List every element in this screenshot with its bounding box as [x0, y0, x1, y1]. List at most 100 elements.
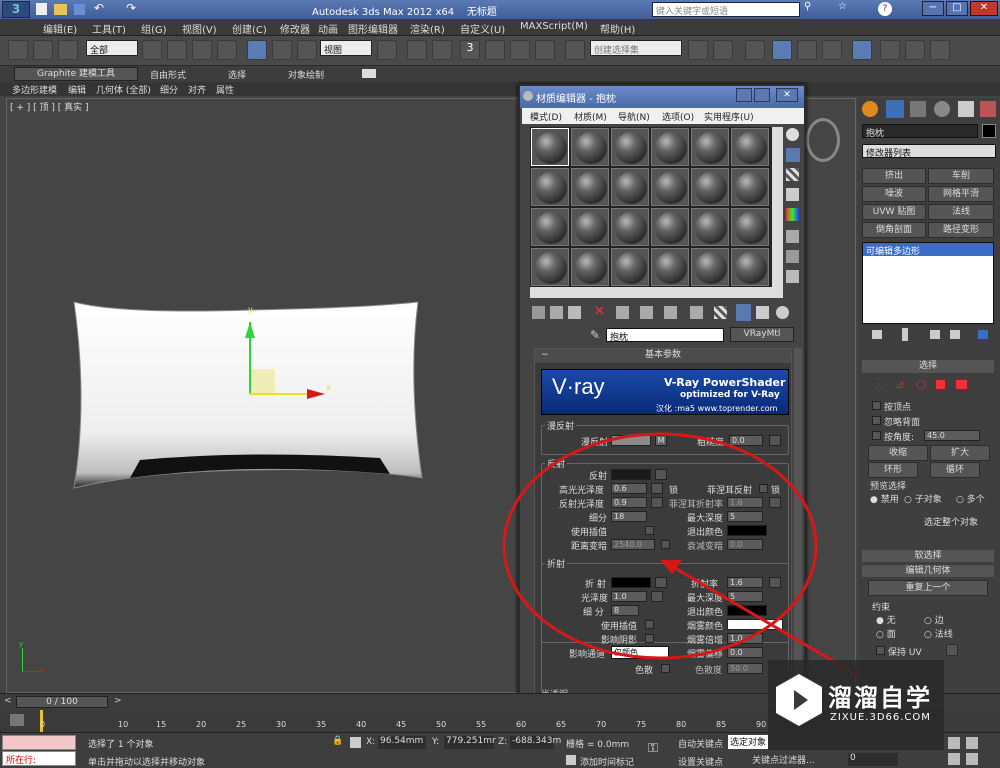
- mat-minimize-button[interactable]: [736, 88, 752, 102]
- reset-map-icon[interactable]: ✕: [594, 304, 605, 319]
- ribbon-poly-modeling[interactable]: 多边形建模: [12, 83, 57, 96]
- time-slider-thumb[interactable]: 0 / 100: [16, 696, 108, 708]
- show-end-result-icon[interactable]: [736, 304, 751, 321]
- material-sample-slot[interactable]: [611, 208, 649, 246]
- edge-level-icon[interactable]: ◿: [896, 380, 903, 390]
- move-icon[interactable]: [247, 40, 267, 60]
- percent-snap-icon[interactable]: [510, 40, 530, 60]
- material-sample-slot[interactable]: [691, 208, 729, 246]
- material-effects-icon[interactable]: [690, 306, 703, 319]
- menu-tools[interactable]: 工具(T): [92, 21, 126, 36]
- keyboard-shortcut-icon[interactable]: [432, 40, 452, 60]
- add-time-tag-label[interactable]: 添加时间标记: [580, 755, 634, 768]
- go-forward-sibling-icon[interactable]: [776, 306, 789, 319]
- menu-create[interactable]: 创建(C): [232, 21, 267, 36]
- menu-rendering[interactable]: 渲染(R): [410, 21, 445, 36]
- mat-menu-material[interactable]: 材质(M): [574, 110, 607, 123]
- ribbon-geometry[interactable]: 几何体 (全部): [96, 83, 151, 96]
- create-tab-icon[interactable]: [862, 101, 878, 117]
- menu-group[interactable]: 组(G): [141, 21, 167, 36]
- material-sample-slot[interactable]: [651, 128, 689, 166]
- search-input[interactable]: 键入关键字或短语: [652, 2, 800, 17]
- tab-selection[interactable]: 选择: [228, 68, 246, 81]
- scale-icon[interactable]: [297, 40, 317, 60]
- modify-tab-icon[interactable]: [886, 100, 904, 118]
- render-teapot-icon[interactable]: [930, 40, 950, 60]
- binoculars-icon[interactable]: ⚲: [804, 1, 811, 12]
- assign-material-icon[interactable]: [568, 306, 581, 319]
- absolute-mode-icon[interactable]: [350, 737, 361, 748]
- rendered-frame-icon[interactable]: [905, 40, 925, 60]
- modifier-stack[interactable]: 可编辑多边形: [862, 242, 994, 324]
- put-to-library-icon[interactable]: [664, 306, 677, 319]
- mat-maximize-button[interactable]: [754, 88, 770, 102]
- menu-views[interactable]: 视图(V): [182, 21, 217, 36]
- material-sample-slot[interactable]: [531, 208, 569, 246]
- field-of-view-icon[interactable]: [948, 753, 960, 765]
- menu-edit[interactable]: 编辑(E): [43, 21, 77, 36]
- uvw-map-button[interactable]: UVW 贴图: [862, 204, 926, 220]
- gizmo-y-arrow-icon[interactable]: [245, 322, 255, 338]
- make-unique-mat-icon[interactable]: [640, 306, 653, 319]
- meshsmooth-button[interactable]: 网格平滑: [928, 186, 994, 202]
- selection-rollout-header[interactable]: 选择: [862, 360, 994, 373]
- slots-vscrollbar[interactable]: [772, 127, 783, 287]
- preview-multi-radio[interactable]: ○ 多个: [956, 492, 985, 505]
- get-material-icon[interactable]: [532, 306, 545, 319]
- show-end-icon[interactable]: [902, 328, 908, 341]
- time-slider-next-button[interactable]: >: [114, 696, 122, 706]
- backlight-icon[interactable]: [786, 148, 800, 162]
- material-sample-slot[interactable]: [731, 208, 769, 246]
- z-coord-field[interactable]: -688.343m: [510, 736, 561, 749]
- ribbon-properties[interactable]: 属性: [216, 83, 234, 96]
- material-sample-slot[interactable]: [651, 168, 689, 206]
- show-map-icon[interactable]: [714, 306, 727, 319]
- noise-button[interactable]: 噪波: [862, 186, 926, 202]
- material-sample-slot[interactable]: [691, 248, 729, 286]
- minimize-button[interactable]: −: [922, 1, 944, 16]
- align-icon[interactable]: [713, 40, 733, 60]
- ribbon-edit[interactable]: 编辑: [68, 83, 86, 96]
- path-deform-button[interactable]: 路径变形: [928, 222, 994, 238]
- snap-toggle-icon[interactable]: 3: [460, 40, 480, 60]
- gizmo-x-axis[interactable]: [249, 393, 311, 395]
- material-sample-slot[interactable]: [651, 248, 689, 286]
- border-level-icon[interactable]: ◯: [916, 380, 926, 390]
- options-icon[interactable]: [786, 250, 799, 263]
- selection-filter-dropdown[interactable]: 全部: [86, 40, 138, 56]
- motion-tab-icon[interactable]: [934, 101, 950, 117]
- material-sample-slot[interactable]: [691, 128, 729, 166]
- layer-manager-icon[interactable]: [745, 40, 765, 60]
- x-coord-field[interactable]: 96.54mm: [378, 736, 426, 749]
- normal-button[interactable]: 法线: [928, 204, 994, 220]
- selection-set-dropdown[interactable]: 选定对象: [728, 735, 768, 749]
- named-selection-dropdown[interactable]: 创建选择集: [590, 40, 682, 56]
- material-sample-slot[interactable]: [531, 128, 569, 166]
- menu-help[interactable]: 帮助(H): [600, 21, 635, 36]
- undo-icon[interactable]: ↶: [94, 1, 104, 15]
- render-setup-icon[interactable]: [880, 40, 900, 60]
- add-time-tag-icon[interactable]: [566, 755, 576, 765]
- make-unique-icon[interactable]: [930, 330, 940, 339]
- link-icon[interactable]: [8, 40, 28, 60]
- element-level-icon[interactable]: [956, 380, 967, 389]
- polygon-level-icon[interactable]: [936, 380, 945, 389]
- star-icon[interactable]: ☆: [838, 1, 847, 12]
- graphite-toggle-icon[interactable]: [772, 40, 792, 60]
- slots-hscrollbar[interactable]: [530, 287, 783, 298]
- viewcube[interactable]: [806, 118, 840, 162]
- gizmo-square[interactable]: [250, 369, 275, 394]
- zoom-icon[interactable]: [948, 737, 960, 749]
- menu-modifiers[interactable]: 修改器: [280, 21, 310, 36]
- mat-menu-options[interactable]: 选项(O): [662, 110, 694, 123]
- gizmo-x-arrow-icon[interactable]: [307, 389, 325, 399]
- curve-editor-icon[interactable]: [797, 40, 817, 60]
- put-to-scene-icon[interactable]: [550, 306, 563, 319]
- angle-snap-icon[interactable]: [485, 40, 505, 60]
- menu-animation[interactable]: 动画: [318, 21, 338, 36]
- angle-spinner[interactable]: 45.0: [924, 430, 980, 441]
- mat-close-button[interactable]: ✕: [776, 88, 798, 102]
- material-sample-slot[interactable]: [531, 248, 569, 286]
- redo-icon[interactable]: ↷: [126, 1, 136, 15]
- rect-selection-icon[interactable]: [192, 40, 212, 60]
